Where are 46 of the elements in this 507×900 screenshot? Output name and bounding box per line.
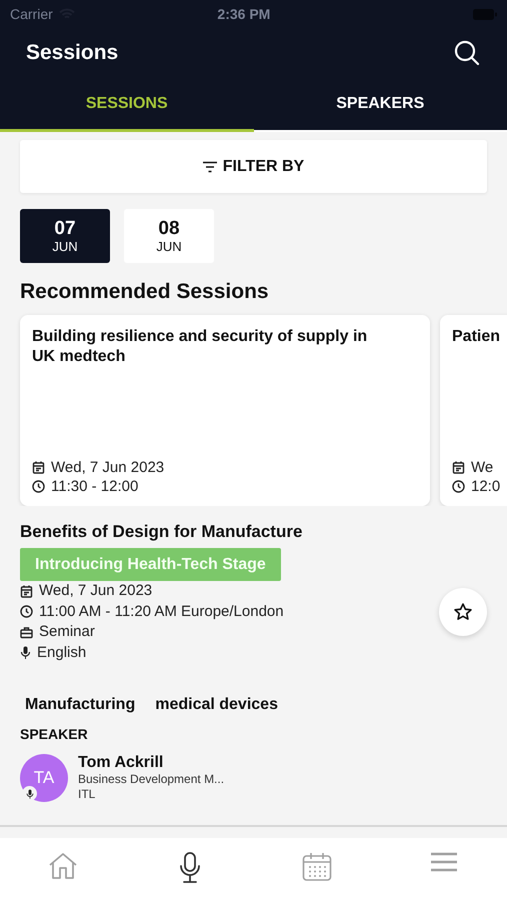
session-date: Wed, 7 Jun 2023: [39, 581, 152, 601]
home-icon[interactable]: [48, 852, 78, 880]
microphone-icon: [20, 646, 31, 660]
star-icon: [453, 602, 473, 622]
topic-tag: Manufacturing: [25, 696, 136, 714]
date-chip[interactable]: 07 JUN: [20, 209, 110, 263]
calendar-icon: [20, 584, 33, 598]
tab[interactable]: SESSIONS: [0, 78, 254, 132]
filter-button[interactable]: FILTER BY: [20, 140, 487, 193]
clock-icon: [32, 480, 45, 493]
speaker-company: ITL: [78, 787, 96, 802]
session-type: Seminar: [39, 622, 95, 642]
calendar-icon[interactable]: [302, 852, 332, 882]
microphone-icon[interactable]: [178, 852, 202, 884]
session-date: We: [471, 458, 494, 477]
clock-icon: [20, 605, 33, 618]
filter-icon: [202, 160, 217, 172]
section-heading: Recommended Sessions: [20, 279, 270, 305]
date-chip[interactable]: 08 JUN: [124, 209, 214, 263]
speaker-name: Tom Ackrill: [78, 754, 164, 772]
tab[interactable]: SPEAKERS: [254, 78, 507, 132]
calendar-icon: [32, 461, 45, 474]
briefcase-icon: [20, 626, 33, 639]
calendar-icon: [452, 461, 465, 474]
topic-tag: medical devices: [155, 696, 278, 714]
session-date: Wed, 7 Jun 2023: [51, 458, 164, 477]
session-title: Patien: [452, 327, 502, 347]
speaker-avatar: TA: [20, 754, 68, 802]
page-title: Sessions: [26, 41, 118, 65]
stage-tag: Introducing Health-Tech Stage: [20, 548, 281, 581]
status-time: 2:36 PM: [216, 6, 272, 22]
session-card[interactable]: Patien We 12:0: [440, 315, 507, 506]
clock-icon: [452, 480, 465, 493]
speaker-heading: SPEAKER: [20, 726, 89, 742]
carrier-label: Carrier: [10, 6, 53, 22]
session-language: English: [37, 642, 86, 662]
session-title: Benefits of Design for Manufacture: [20, 522, 304, 542]
session-card[interactable]: Building resilience and security of supply in UK medtech Wed, 7 Jun 2023 11:30 - 12:00: [20, 315, 430, 506]
speaker-role: Business Development M...: [78, 772, 224, 787]
session-time: 12:0: [471, 477, 500, 496]
menu-icon[interactable]: [430, 852, 457, 872]
session-time: 11:00 AM - 11:20 AM Europe/London: [39, 602, 284, 622]
favorite-button[interactable]: [439, 588, 487, 636]
search-icon[interactable]: [453, 39, 481, 67]
session-time: 11:30 - 12:00: [51, 477, 138, 496]
session-title: Building resilience and security of supply in UK medtech: [32, 327, 368, 367]
